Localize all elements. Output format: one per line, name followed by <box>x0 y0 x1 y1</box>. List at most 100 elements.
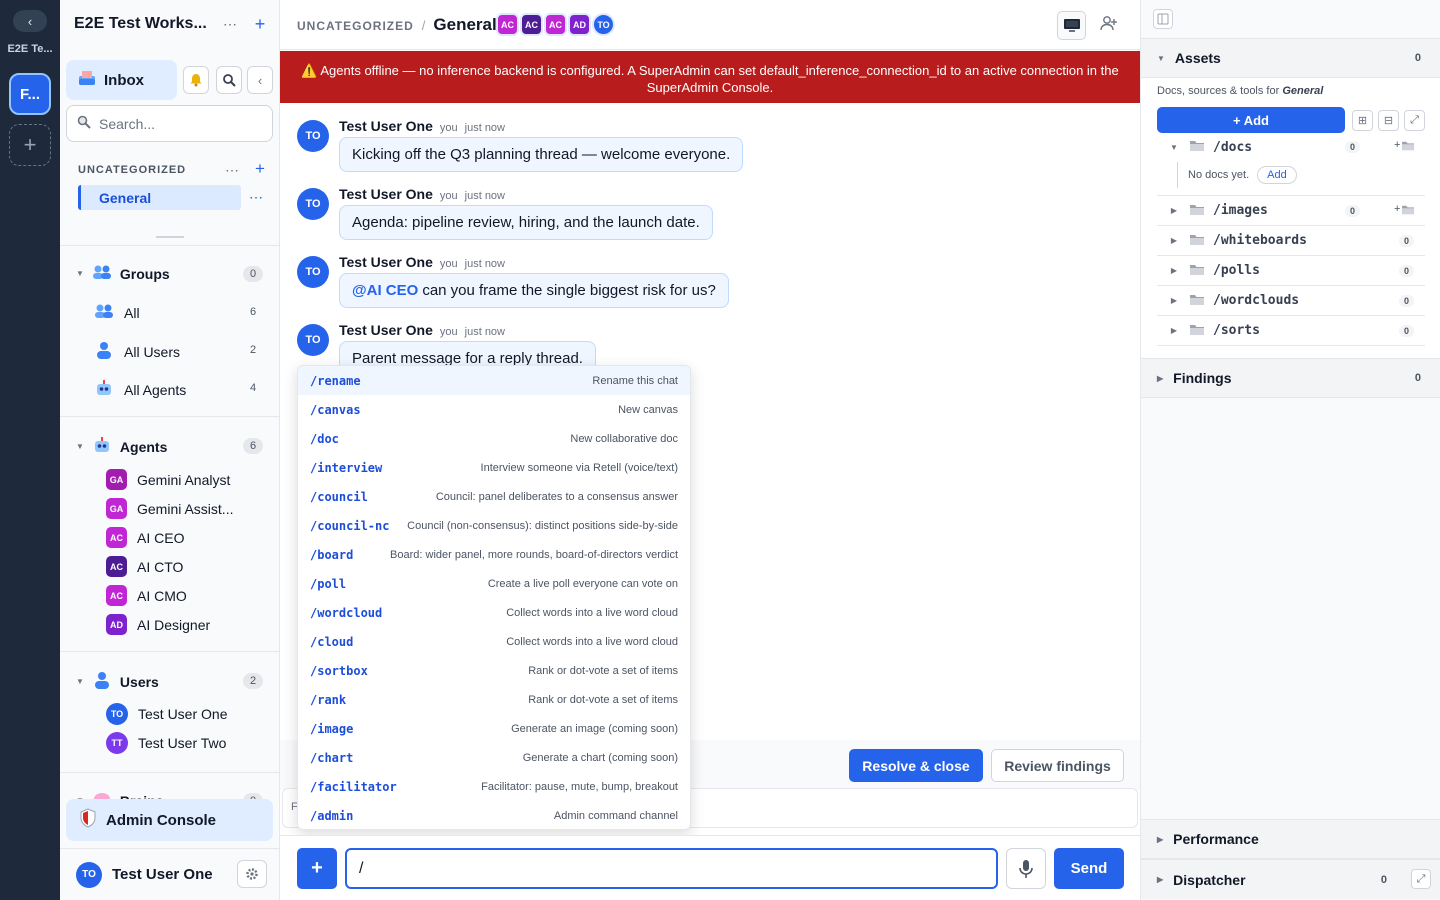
folder-row[interactable]: ▶ /polls 0 <box>1157 256 1425 286</box>
command-item[interactable]: /council-nc Council (non-consensus): dist… <box>298 511 690 540</box>
add-asset-button[interactable]: + Add <box>1157 107 1345 133</box>
command-item[interactable]: /board Board: wider panel, more rounds, b… <box>298 540 690 569</box>
group-item-all-agents[interactable]: All Agents <box>94 379 186 400</box>
command-name: /council <box>310 489 368 504</box>
notifications-bell-icon[interactable] <box>183 66 209 94</box>
workspace-more-icon[interactable]: ⋯ <box>222 16 238 32</box>
command-item[interactable]: /doc New collaborative doc <box>298 424 690 453</box>
chevron-right-icon: ▶ <box>1157 875 1164 884</box>
assets-subtitle: Docs, sources & tools for General <box>1157 85 1324 97</box>
breadcrumb-category[interactable]: UNCATEGORIZED <box>297 19 414 33</box>
folder-row[interactable]: ▼ /docs 0 + <box>1157 132 1425 162</box>
category-more-icon[interactable]: ⋯ <box>224 162 240 178</box>
add-user-icon[interactable] <box>1100 15 1120 35</box>
findings-section-header[interactable]: ▶ Findings 0 <box>1141 358 1440 398</box>
admin-console-button[interactable]: Admin Console <box>66 799 273 841</box>
avatar: GA <box>106 469 127 490</box>
inbox-button[interactable]: Inbox <box>66 60 177 100</box>
grid-view-icon[interactable]: ⊞ <box>1352 110 1373 131</box>
folder-row[interactable]: ▶ /images 0 + <box>1157 196 1425 226</box>
channel-more-icon[interactable]: ⋯ <box>248 189 264 205</box>
command-item[interactable]: /sortbox Rank or dot-vote a set of items <box>298 656 690 685</box>
list-view-icon[interactable]: ⊟ <box>1378 110 1399 131</box>
agent-item[interactable]: AC AI CMO <box>106 585 187 606</box>
assets-section-header[interactable]: ▼ Assets 0 <box>1141 38 1440 78</box>
dispatcher-count: 0 <box>1380 873 1387 886</box>
user-item[interactable]: TT Test User Two <box>106 732 226 754</box>
agent-item[interactable]: GA Gemini Analyst <box>106 469 230 490</box>
command-description: Create a live poll everyone can vote on <box>487 577 678 590</box>
workspace-title[interactable]: E2E Test Works... <box>74 15 214 33</box>
collapse-rail-button[interactable]: ‹ <box>13 10 47 32</box>
panel-toggle-icon[interactable] <box>1153 9 1173 29</box>
add-to-folder-icon[interactable]: + <box>1394 139 1415 151</box>
you-tag: you <box>439 326 458 338</box>
resolve-close-button[interactable]: Resolve & close <box>849 749 983 782</box>
add-to-folder-icon[interactable]: + <box>1394 203 1415 215</box>
workspace-switch-button[interactable]: F... <box>9 73 51 115</box>
divider <box>60 416 279 417</box>
collapse-sidebar-icon[interactable]: ‹ <box>247 66 273 94</box>
presence-avatar[interactable]: AC <box>496 13 519 36</box>
category-label[interactable]: UNCATEGORIZED <box>78 164 186 176</box>
dispatcher-section-header[interactable]: ▶ Dispatcher 0 <box>1141 859 1440 899</box>
groups-section-header[interactable]: ▼ Groups <box>76 264 170 283</box>
presence-avatar[interactable]: AD <box>568 13 591 36</box>
category-add-icon[interactable]: + <box>252 159 268 178</box>
command-item[interactable]: /facilitator Facilitator: pause, mute, bu… <box>298 772 690 801</box>
expand-icon[interactable]: ⤢ <box>1411 869 1431 889</box>
message[interactable]: TO Test User One you just now Agenda: pipeli… <box>297 186 997 246</box>
chevron-down-icon: ▼ <box>1170 142 1178 152</box>
command-item[interactable]: /rename Rename this chat <box>298 366 690 395</box>
command-item[interactable]: /rank Rank or dot-vote a set of items <box>298 685 690 714</box>
breadcrumb: UNCATEGORIZED / General <box>297 15 497 35</box>
users-section-header[interactable]: ▼ Users <box>76 671 159 692</box>
command-item[interactable]: /cloud Collect words into a live word clo… <box>298 627 690 656</box>
search-magnifier-icon <box>77 115 91 132</box>
message[interactable]: TO Test User One you just now Kicking off th… <box>297 118 997 178</box>
command-description: Facilitator: pause, mute, bump, breakout <box>481 780 678 793</box>
add-workspace-button[interactable]: + <box>9 124 51 166</box>
command-item[interactable]: /council Council: panel deliberates to a … <box>298 482 690 511</box>
command-item[interactable]: /chart Generate a chart (coming soon) <box>298 743 690 772</box>
presence-avatar[interactable]: TO <box>592 13 615 36</box>
agent-item[interactable]: AD AI Designer <box>106 614 210 635</box>
command-description: Generate a chart (coming soon) <box>522 751 678 764</box>
agent-item[interactable]: AC AI CTO <box>106 556 183 577</box>
group-item-all-users[interactable]: All Users <box>94 341 180 362</box>
send-button[interactable]: Send <box>1054 848 1124 889</box>
gear-icon[interactable] <box>237 860 267 888</box>
performance-section-header[interactable]: ▶ Performance <box>1141 819 1440 859</box>
command-item[interactable]: /image Generate an image (coming soon) <box>298 714 690 743</box>
message-input[interactable]: / <box>345 848 998 889</box>
search-input[interactable]: Search... <box>66 105 273 142</box>
add-doc-button[interactable]: Add <box>1257 166 1297 184</box>
command-item[interactable]: /poll Create a live poll everyone can vot… <box>298 569 690 598</box>
command-item[interactable]: /wordcloud Collect words into a live word… <box>298 598 690 627</box>
message[interactable]: TO Test User One you just now @AI CEO can you… <box>297 254 997 314</box>
command-item[interactable]: /admin Admin command channel <box>298 801 690 829</box>
monitor-icon[interactable] <box>1057 11 1086 40</box>
review-findings-button[interactable]: Review findings <box>991 749 1124 782</box>
expand-icon[interactable]: ⤢ <box>1404 110 1425 131</box>
folder-row[interactable]: ▶ /sorts 0 <box>1157 316 1425 346</box>
resize-grip[interactable] <box>156 236 184 238</box>
search-icon[interactable] <box>216 66 242 94</box>
agent-item[interactable]: GA Gemini Assist... <box>106 498 233 519</box>
agents-section-header[interactable]: ▼ Agents <box>76 436 167 457</box>
folder-row[interactable]: ▶ /wordclouds 0 <box>1157 286 1425 316</box>
folder-row[interactable]: ▶ /whiteboards 0 <box>1157 226 1425 256</box>
attach-plus-button[interactable]: + <box>297 848 337 889</box>
microphone-icon[interactable] <box>1006 848 1046 889</box>
user-item[interactable]: TO Test User One <box>106 703 227 725</box>
presence-avatar[interactable]: AC <box>520 13 543 36</box>
command-item[interactable]: /interview Interview someone via Retell (… <box>298 453 690 482</box>
group-item-all[interactable]: All <box>94 303 140 322</box>
channel-general[interactable]: General <box>78 185 241 210</box>
add-channel-icon[interactable]: + <box>252 14 268 34</box>
command-description: Board: wider panel, more rounds, board-o… <box>390 548 678 561</box>
presence-avatar[interactable]: AC <box>544 13 567 36</box>
command-item[interactable]: /canvas New canvas <box>298 395 690 424</box>
mention[interactable]: @AI CEO <box>352 282 418 299</box>
agent-item[interactable]: AC AI CEO <box>106 527 184 548</box>
